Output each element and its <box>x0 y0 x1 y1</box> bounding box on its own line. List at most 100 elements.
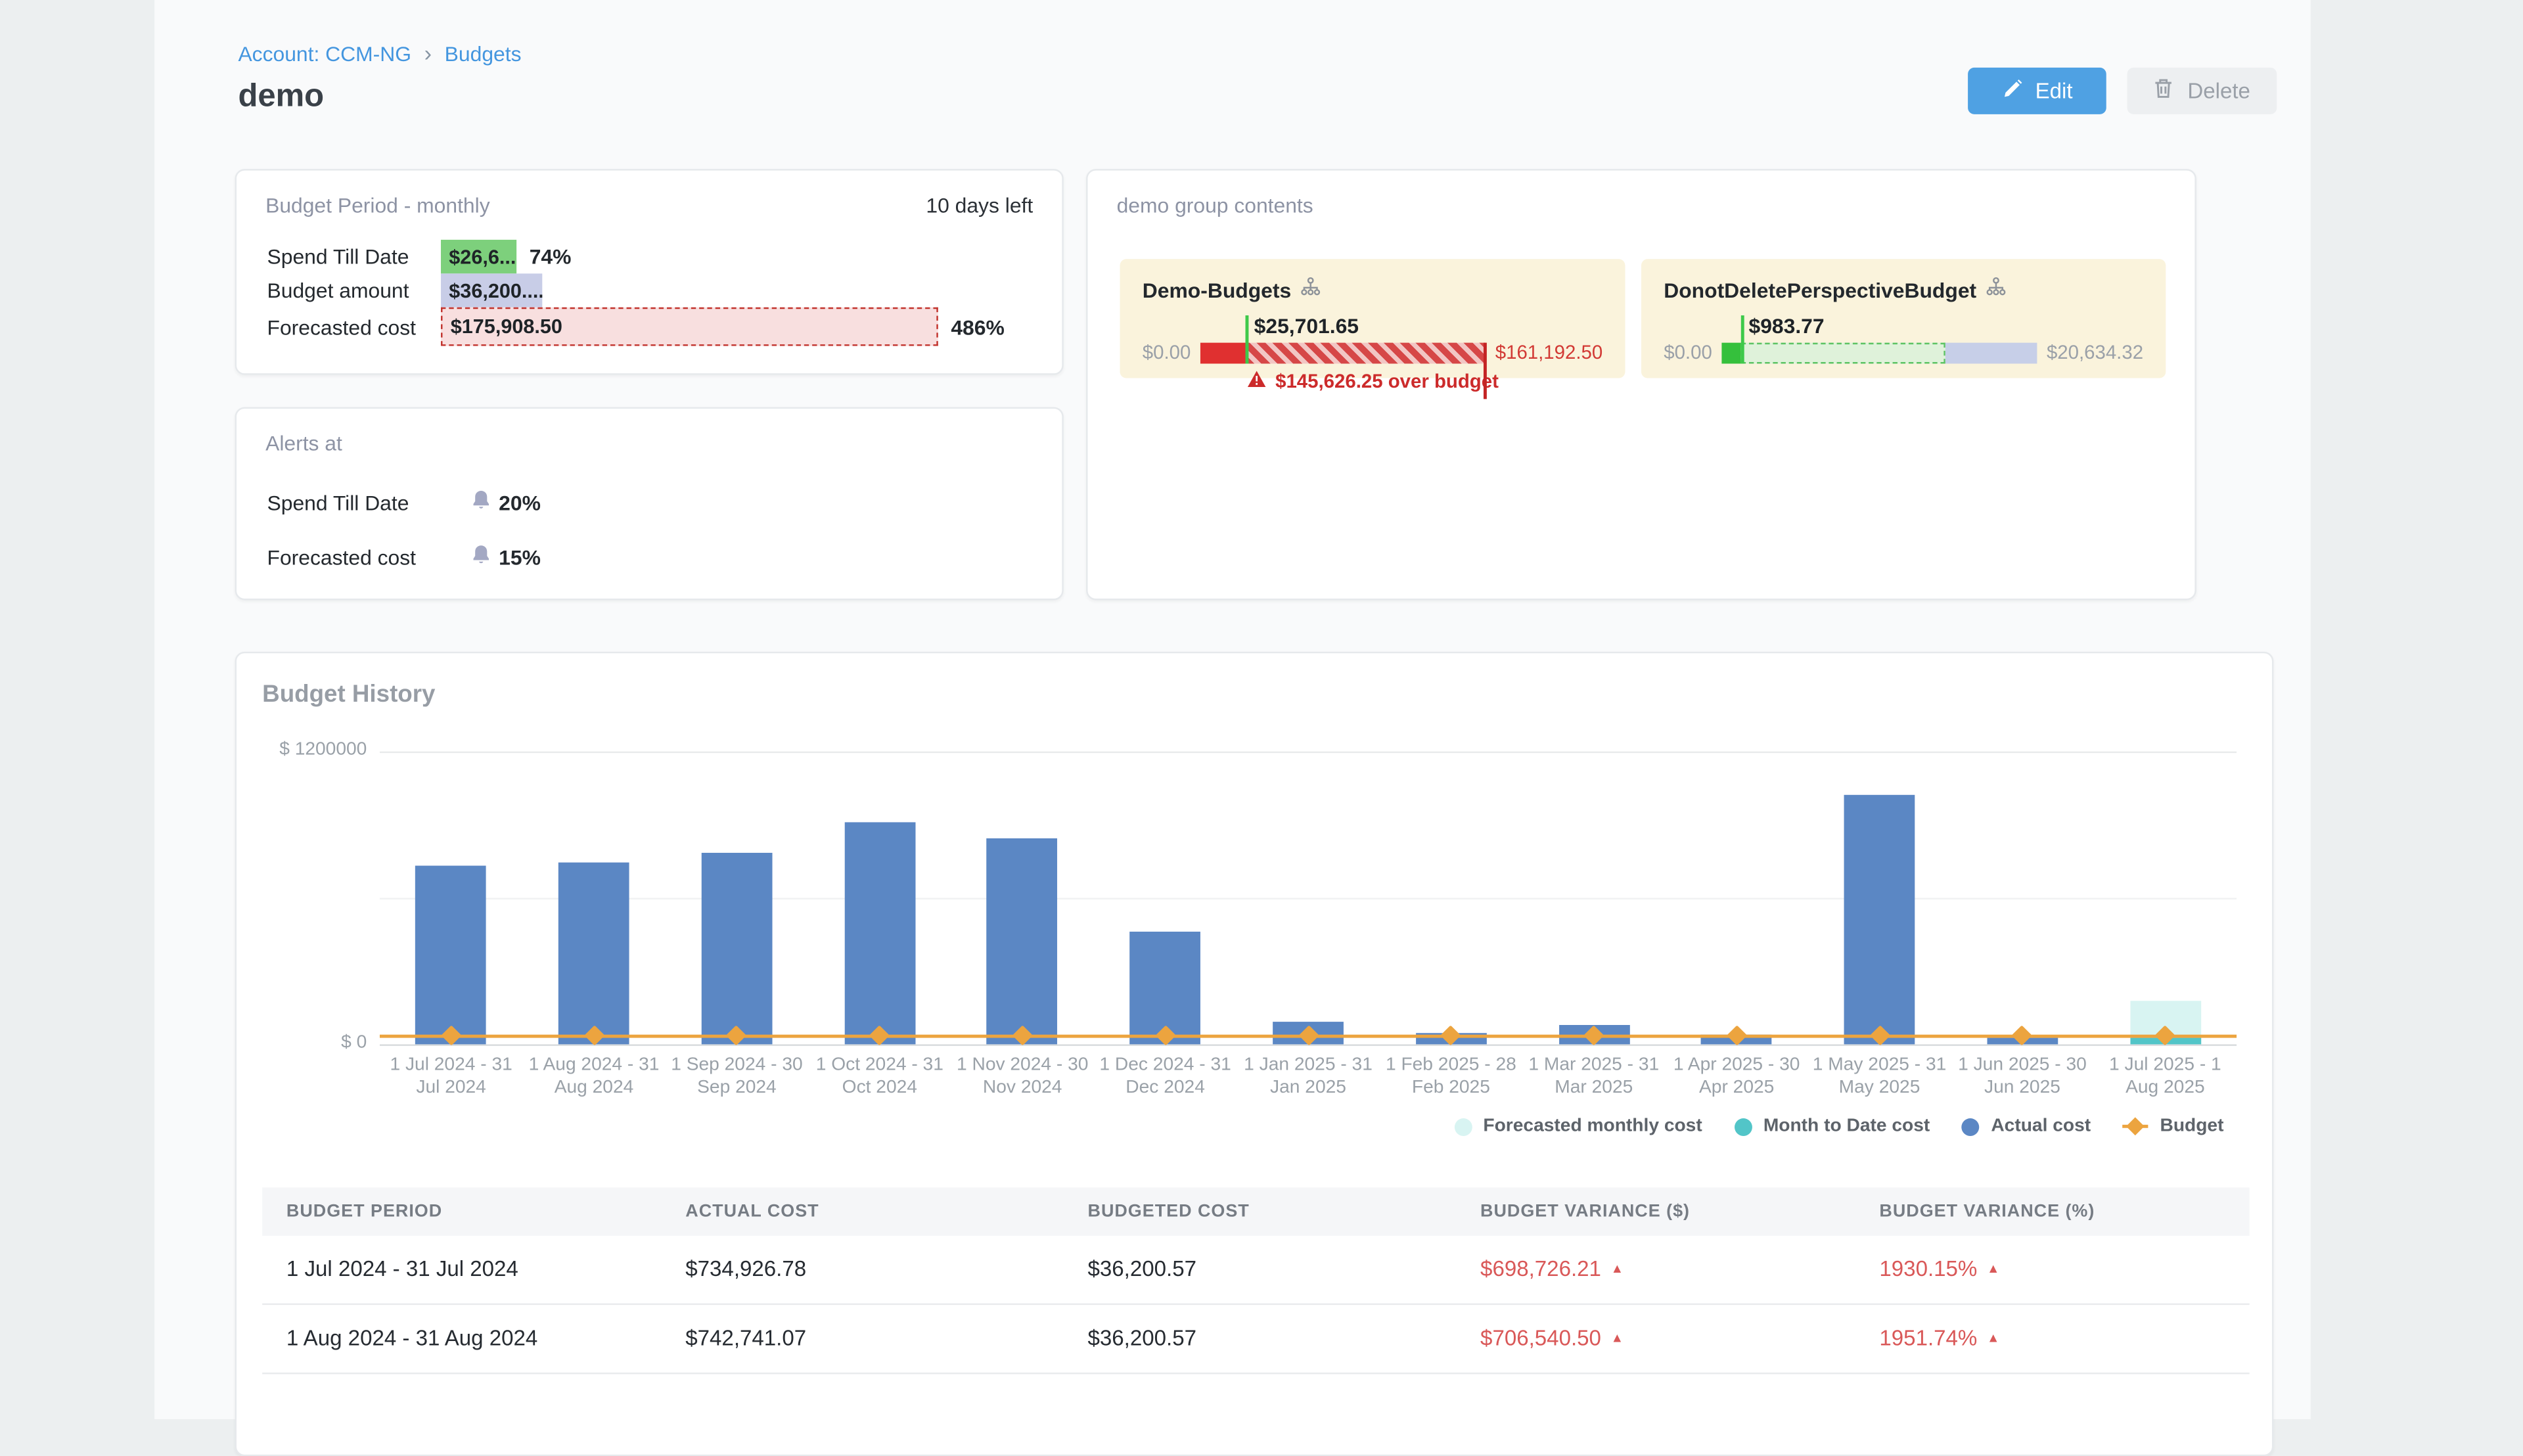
budget-bar-segment-solid-red <box>1200 342 1246 363</box>
alert-threshold: 20% <box>499 490 541 514</box>
x-axis-label-line: 1 Jul 2025 - 1 <box>2088 1054 2242 1076</box>
group-budget-name-row: Demo-Budgets <box>1143 277 1602 302</box>
table-header-row: BUDGET PERIODACTUAL COSTBUDGETED COSTBUD… <box>262 1187 2249 1235</box>
x-axis-label-line: Aug 2024 <box>516 1076 671 1099</box>
budget-pink-chip: $175,908.50 <box>441 307 938 346</box>
overbudget-end-line <box>1484 342 1488 398</box>
edit-button[interactable]: Edit <box>1968 68 2106 114</box>
bar-actual-cost[interactable] <box>416 865 487 1044</box>
table-cell: 1 Jul 2024 - 31 Jul 2024 <box>286 1257 518 1281</box>
legend-item-actual-cost[interactable]: Actual cost <box>1962 1117 2091 1136</box>
budget-period-card-header: Budget Period - monthly 10 days left <box>237 171 1062 217</box>
x-axis-label-line: Jul 2024 <box>374 1076 528 1099</box>
x-axis-label-line: 1 Feb 2025 - 28 <box>1374 1054 1528 1076</box>
bell-icon <box>472 489 491 514</box>
budget-usage-bar: $983.77 <box>1721 342 2037 363</box>
gridline <box>380 752 2237 753</box>
x-axis-label-line: Jan 2025 <box>1231 1076 1385 1099</box>
x-axis-label: 1 Nov 2024 - 30Nov 2024 <box>945 1054 1100 1099</box>
budget-period-row: Spend Till Date$26,6...74% <box>237 240 1062 273</box>
bar-actual-cost[interactable] <box>987 838 1058 1044</box>
legend-item-month-to-date-cost[interactable]: Month to Date cost <box>1735 1117 1930 1136</box>
hierarchy-icon <box>1301 277 1322 302</box>
x-axis-label-line: 1 May 2025 - 31 <box>1802 1054 1957 1076</box>
x-axis-label-line: Oct 2024 <box>802 1076 957 1099</box>
x-axis-label-line: Aug 2025 <box>2088 1076 2242 1099</box>
x-axis-label-line: Feb 2025 <box>1374 1076 1528 1099</box>
legend-label: Month to Date cost <box>1763 1117 1930 1136</box>
table-row: 1 Jul 2024 - 31 Jul 2024 $734,926.78 $36,2… <box>262 1236 2249 1305</box>
group-budget-name-row: DonotDeletePerspectiveBudget <box>1664 277 2143 302</box>
table-cell: $734,926.78 <box>685 1257 806 1281</box>
table-cell: 1930.15%▲ <box>1879 1257 1999 1281</box>
budget-period-row-percent: 74% <box>530 244 572 269</box>
group-budget-name: DonotDeletePerspectiveBudget <box>1664 277 1976 302</box>
budget-period-row-label: Budget amount <box>267 279 441 303</box>
trash-icon <box>2154 78 2175 105</box>
table-cell: $36,200.57 <box>1088 1326 1196 1350</box>
budget-bar-segment-forecast-green <box>1740 342 1945 363</box>
legend-label: Forecasted monthly cost <box>1483 1117 1702 1136</box>
budget-bar-segment-hatch-red <box>1246 342 1486 363</box>
group-contents-title: demo group contents <box>1117 193 1313 217</box>
x-axis-label-line: 1 Sep 2024 - 30 <box>660 1054 814 1076</box>
trend-up-icon: ▲ <box>1987 1331 1999 1345</box>
breadcrumb-budgets-link[interactable]: Budgets <box>445 42 522 66</box>
delete-button[interactable]: Delete <box>2127 68 2277 114</box>
x-axis-label-line: 1 Oct 2024 - 31 <box>802 1054 957 1076</box>
table-cell: $698,726.21▲ <box>1480 1257 1624 1281</box>
table-header-4: BUDGET VARIANCE ($) <box>1480 1202 1690 1221</box>
x-axis-label: 1 Mar 2025 - 31Mar 2025 <box>1516 1054 1671 1099</box>
alerts-rows: Spend Till Date 20% Forecasted cost 15% <box>237 474 1062 584</box>
edit-button-label: Edit <box>2035 79 2073 103</box>
table-cell: 1 Aug 2024 - 31 Aug 2024 <box>286 1326 537 1350</box>
bell-icon <box>472 544 491 570</box>
x-axis-label-line: 1 Mar 2025 - 31 <box>1516 1054 1671 1076</box>
x-axis-label-line: Apr 2025 <box>1660 1076 1814 1099</box>
alert-row: Forecasted cost 15% <box>237 530 1062 584</box>
budget-period-row: Forecasted cost$175,908.50 486% <box>237 307 1062 346</box>
table-cell: $706,540.50▲ <box>1480 1326 1624 1350</box>
budget-marker-line <box>1246 315 1249 363</box>
x-axis-label: 1 Oct 2024 - 31Oct 2024 <box>802 1054 957 1099</box>
x-axis-label-line: 1 Aug 2024 - 31 <box>516 1054 671 1076</box>
x-axis-label-line: May 2025 <box>1802 1076 1957 1099</box>
over-budget-text: $145,626.25 over budget <box>1275 370 1499 392</box>
group-budget-bar-row: $0.00 $983.77 $20,634.32 <box>1664 341 2143 363</box>
content-column: Account: CCM-NG › Budgets demo Edit Dele… <box>154 0 2311 1419</box>
table-cell: $742,741.07 <box>685 1326 806 1350</box>
x-axis-label-line: 1 Jul 2024 - 31 <box>374 1054 528 1076</box>
y-axis-label: $ 1200000 <box>237 740 367 760</box>
alert-threshold: 15% <box>499 545 541 569</box>
legend-item-forecasted-monthly-cost[interactable]: Forecasted monthly cost <box>1454 1117 1702 1136</box>
table-header-5: BUDGET VARIANCE (%) <box>1879 1202 2095 1221</box>
table-cell: $36,200.57 <box>1088 1257 1196 1281</box>
group-budget-demo-budgets[interactable]: Demo-Budgets $0.00 $25,701.65 $161,192.5… <box>1120 259 1625 378</box>
group-contents-header: demo group contents <box>1088 171 2195 217</box>
budget-history-card: Budget History $ 1200000$ 01 Jul 2024 - … <box>235 652 2274 1456</box>
x-axis-label-line: 1 Nov 2024 - 30 <box>945 1054 1100 1076</box>
alert-row-label: Spend Till Date <box>267 490 472 514</box>
budget-lavender-chip: $36,200.... <box>441 273 542 307</box>
group-budget-donotdelete[interactable]: DonotDeletePerspectiveBudget $0.00 $983.… <box>1641 259 2166 378</box>
legend-item-budget[interactable]: Budget <box>2123 1117 2223 1136</box>
breadcrumb-account-link[interactable]: Account: CCM-NG <box>238 42 411 66</box>
alerts-card-header: Alerts at <box>237 409 1062 455</box>
bar-actual-cost[interactable] <box>1844 795 1915 1045</box>
table-row: 1 Aug 2024 - 31 Aug 2024 $742,741.07 $36,2… <box>262 1305 2249 1374</box>
group-contents-card: demo group contents Demo-Budgets $0.00 $… <box>1086 169 2196 600</box>
bar-actual-cost[interactable] <box>702 853 773 1045</box>
legend-marker-circle <box>1735 1118 1752 1135</box>
budget-period-row-percent: 486% <box>951 315 1004 339</box>
bar-actual-cost[interactable] <box>844 822 915 1044</box>
bar-actual-cost[interactable] <box>558 863 629 1044</box>
x-axis-label-line: Sep 2024 <box>660 1076 814 1099</box>
alert-row-label: Forecasted cost <box>267 545 472 569</box>
budget-period-row-label: Forecasted cost <box>267 315 441 339</box>
group-budget-name: Demo-Budgets <box>1143 277 1291 302</box>
page-title: demo <box>238 79 324 116</box>
x-axis-label-line: 1 Jun 2025 - 30 <box>1945 1054 2099 1076</box>
x-axis-label-line: 1 Jan 2025 - 31 <box>1231 1054 1385 1076</box>
alerts-card: Alerts at Spend Till Date 20% Forecasted c… <box>235 407 1064 601</box>
bar-max-label: $20,634.32 <box>2047 341 2143 363</box>
